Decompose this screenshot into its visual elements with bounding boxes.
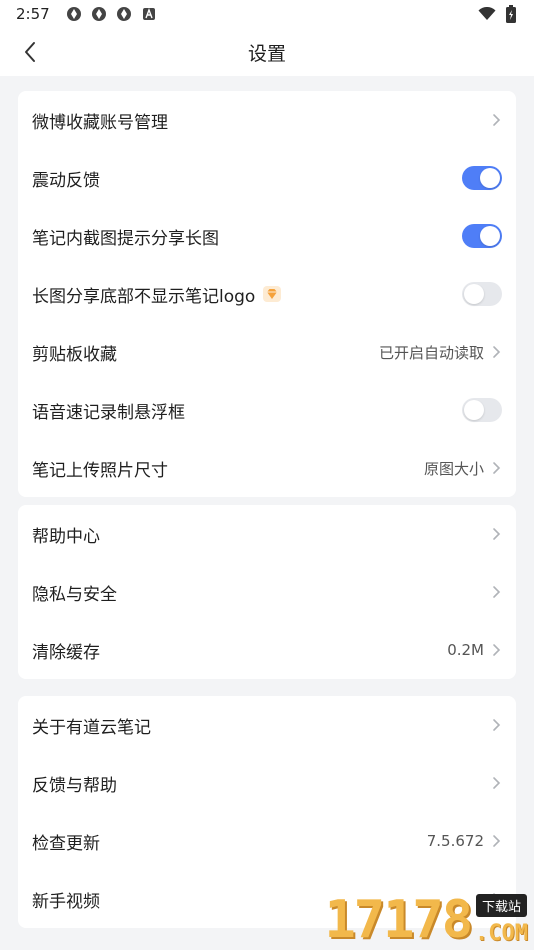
app-notification-icon (90, 5, 108, 23)
chevron-right-icon (490, 527, 502, 541)
vibration-toggle[interactable] (462, 166, 502, 190)
chevron-right-icon (490, 776, 502, 790)
wifi-icon (478, 5, 496, 23)
row-label: 隐私与安全 (32, 584, 117, 605)
row-label: 震动反馈 (32, 170, 100, 191)
toggle-knob (464, 400, 484, 420)
keyboard-icon (140, 5, 158, 23)
back-button[interactable] (14, 36, 46, 68)
row-value: 已开启自动读取 (378, 343, 484, 362)
row-label: 微博收藏账号管理 (32, 112, 168, 133)
app-notification-icon (115, 5, 133, 23)
row-help-center[interactable]: 帮助中心 (18, 505, 516, 563)
site-watermark: 17178 下载站 .COM (294, 880, 534, 950)
status-bar: 2:57 (0, 0, 534, 28)
row-label: 反馈与帮助 (32, 775, 117, 796)
row-value: 7.5.672 (426, 832, 484, 850)
row-clear-cache[interactable]: 清除缓存 0.2M (18, 621, 516, 679)
row-voice-floating: 语音速记录制悬浮框 (18, 381, 516, 439)
row-label: 长图分享底部不显示笔记logo (32, 286, 256, 307)
row-label: 清除缓存 (32, 642, 100, 663)
vip-diamond-icon (263, 286, 282, 302)
status-right (478, 5, 520, 23)
row-photo-size[interactable]: 笔记上传照片尺寸 原图大小 (18, 439, 516, 497)
watermark-digits: 17178 (324, 890, 473, 950)
voice-floating-toggle[interactable] (462, 398, 502, 422)
row-feedback[interactable]: 反馈与帮助 (18, 754, 516, 812)
toggle-knob (464, 284, 484, 304)
hide-logo-toggle[interactable] (462, 282, 502, 306)
settings-group-support: 帮助中心 隐私与安全 清除缓存 0.2M (18, 505, 516, 679)
watermark-side: 下载站 .COM (475, 894, 528, 946)
battery-icon (502, 5, 520, 23)
chevron-right-icon (490, 461, 502, 475)
settings-group-general: 微博收藏账号管理 震动反馈 笔记内截图提示分享长图 长图分享底部不显示笔记log… (18, 91, 516, 497)
chevron-right-icon (490, 718, 502, 732)
status-time: 2:57 (16, 5, 50, 23)
chevron-right-icon (490, 345, 502, 359)
row-label: 笔记上传照片尺寸 (32, 460, 168, 481)
watermark-badge: 下载站 (476, 894, 528, 917)
row-label: 新手视频 (32, 891, 100, 912)
row-clipboard-collect[interactable]: 剪贴板收藏 已开启自动读取 (18, 323, 516, 381)
row-check-update[interactable]: 检查更新 7.5.672 (18, 812, 516, 870)
row-about[interactable]: 关于有道云笔记 (18, 696, 516, 754)
row-privacy-security[interactable]: 隐私与安全 (18, 563, 516, 621)
row-vibration-feedback: 震动反馈 (18, 149, 516, 207)
chevron-right-icon (490, 643, 502, 657)
row-label: 帮助中心 (32, 526, 100, 547)
row-screenshot-share: 笔记内截图提示分享长图 (18, 207, 516, 265)
row-weibo-account[interactable]: 微博收藏账号管理 (18, 91, 516, 149)
row-label: 剪贴板收藏 (32, 344, 117, 365)
row-label: 检查更新 (32, 833, 100, 854)
chevron-right-icon (490, 113, 502, 127)
toggle-knob (480, 168, 500, 188)
chevron-left-icon (25, 42, 35, 62)
row-label: 语音速记录制悬浮框 (32, 402, 185, 423)
row-value: 原图大小 (423, 459, 484, 478)
watermark-suffix: .COM (475, 921, 528, 946)
row-label: 关于有道云笔记 (32, 717, 151, 738)
header: 设置 (0, 28, 534, 76)
chevron-right-icon (490, 585, 502, 599)
status-left: 2:57 (16, 5, 158, 23)
app-notification-icon (65, 5, 83, 23)
screenshot-share-toggle[interactable] (462, 224, 502, 248)
row-label: 笔记内截图提示分享长图 (32, 228, 219, 249)
row-hide-logo: 长图分享底部不显示笔记logo (18, 265, 516, 323)
page-title: 设置 (247, 42, 286, 65)
row-value: 0.2M (447, 641, 484, 659)
toggle-knob (480, 226, 500, 246)
chevron-right-icon (490, 834, 502, 848)
